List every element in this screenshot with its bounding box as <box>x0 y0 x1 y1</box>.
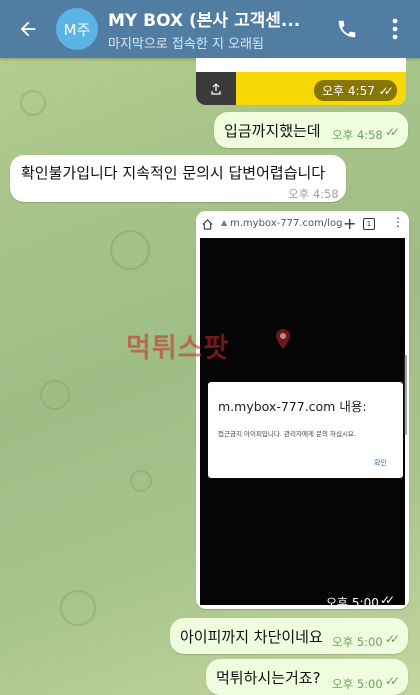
screenshot-message[interactable]: ▲ m.mybox-777.com/log + 1 ⋮ m.mybox-777.… <box>196 211 409 609</box>
wallpaper-doodle <box>20 90 46 116</box>
double-check-icon: ✓✓ <box>385 632 400 646</box>
back-button[interactable] <box>0 0 56 58</box>
image-time: 오후 4:57 ✓✓ <box>314 80 397 101</box>
url-bar: m.mybox-777.com/log <box>230 218 343 229</box>
browser-menu-icon: ⋮ <box>392 215 404 229</box>
image-message[interactable]: 오후 4:57 ✓✓ <box>196 58 406 105</box>
message-time: 오후 4:58 <box>288 187 339 201</box>
wallpaper-doodle <box>110 230 150 270</box>
alert-dialog: m.mybox-777.com 내용: 접근금지 아이피입니다. 관리자에게 문… <box>208 382 403 478</box>
outgoing-message[interactable]: 아이피까지 차단이네요 오후 5:00 ✓✓ <box>170 618 408 654</box>
dialog-message: 접근금지 아이피입니다. 관리자에게 문의 하십시요. <box>218 430 356 438</box>
home-icon <box>202 219 213 230</box>
browser-toolbar: ▲ m.mybox-777.com/log + 1 ⋮ <box>196 211 409 238</box>
message-time: 오후 5:00 <box>332 677 383 691</box>
outgoing-message[interactable]: 입금까지했는데 오후 4:58 ✓✓ <box>214 112 408 148</box>
more-button[interactable] <box>380 12 410 46</box>
lock-icon: ▲ <box>221 218 228 227</box>
phone-icon <box>338 20 356 38</box>
outgoing-message[interactable]: 먹튀하시는거죠? 오후 5:00 ✓✓ <box>206 659 408 695</box>
back-arrow-icon <box>20 21 36 37</box>
double-check-icon: ✓✓ <box>385 125 400 139</box>
page-content-dark: m.mybox-777.com 내용: 접근금지 아이피입니다. 관리자에게 문… <box>200 238 405 609</box>
double-check-icon: ✓✓ <box>380 593 395 607</box>
wallpaper-doodle <box>40 380 70 410</box>
tab-count: 1 <box>363 218 375 230</box>
message-text: 먹튀하시는거죠? <box>216 669 321 687</box>
wallpaper-doodle <box>130 470 152 492</box>
chat-status: 마지막으로 접속한 지 오래됨 <box>108 37 264 52</box>
share-icon <box>211 82 221 95</box>
avatar-initials: M주 <box>63 20 91 39</box>
chat-title: MY BOX (본사 고객센... <box>108 11 301 31</box>
location-pin-icon <box>275 328 291 350</box>
message-time: 오후 4:57 <box>322 84 375 98</box>
message-time: 오후 5:00 <box>332 635 383 649</box>
double-check-icon: ✓✓ <box>378 84 394 98</box>
message-time: 오후 5:00 <box>326 596 379 609</box>
avatar[interactable]: M주 <box>56 8 98 50</box>
more-vert-icon <box>392 18 398 40</box>
double-check-icon: ✓✓ <box>385 674 400 688</box>
incoming-message[interactable]: 확인불가입니다 지속적인 문의시 답변어렵습니다 오후 4:58 <box>10 155 346 202</box>
new-tab-icon: + <box>343 214 357 233</box>
message-text: 확인불가입니다 지속적인 문의시 답변어렵습니다 <box>21 164 326 182</box>
chat-title-block[interactable]: MY BOX (본사 고객센... 마지막으로 접속한 지 오래됨 <box>108 6 318 52</box>
chat-header: M주 MY BOX (본사 고객센... 마지막으로 접속한 지 오래됨 <box>0 0 420 58</box>
message-text: 아이피까지 차단이네요 <box>180 628 323 646</box>
share-button[interactable] <box>196 72 236 105</box>
dialog-ok-button: 확인 <box>374 459 387 467</box>
message-text: 입금까지했는데 <box>224 122 321 140</box>
dialog-title: m.mybox-777.com 내용: <box>218 399 367 414</box>
message-time: 오후 4:58 <box>332 128 383 142</box>
scrollbar[interactable] <box>404 355 407 435</box>
call-button[interactable] <box>330 12 364 46</box>
wallpaper-doodle <box>60 590 96 626</box>
watermark: 먹튀스팟 <box>126 333 230 364</box>
